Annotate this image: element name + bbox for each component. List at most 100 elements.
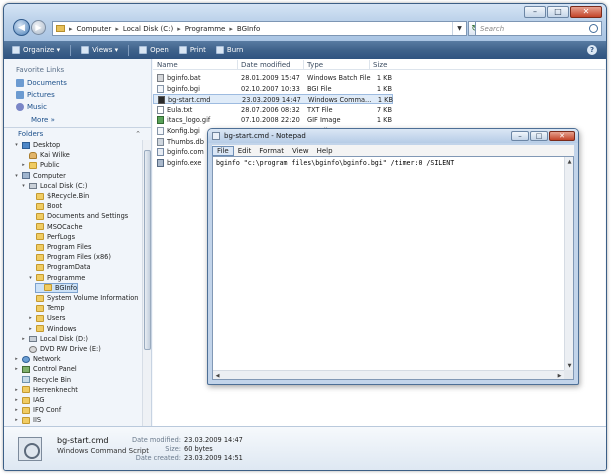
tree-item[interactable]: ▾ Programme — [28, 273, 85, 283]
menu-format[interactable]: Format — [255, 147, 288, 155]
expand-toggle-icon[interactable]: ▸ — [14, 387, 19, 393]
open-button[interactable]: Open — [139, 46, 169, 54]
column-divider[interactable] — [303, 60, 304, 69]
notepad-maximize-button[interactable]: □ — [530, 131, 548, 141]
tree-item[interactable]: DVD RW Drive (E:) — [21, 344, 101, 354]
file-name: bg-start.cmd — [168, 96, 211, 105]
tree-item[interactable]: Kai Wilke — [21, 150, 70, 160]
tree-item[interactable]: ▾ Local Disk (C:) — [21, 181, 87, 191]
favorite-music[interactable]: Music — [16, 103, 47, 111]
tree-item[interactable]: System Volume Information — [28, 293, 138, 303]
horizontal-scrollbar[interactable]: ◀ ▶ — [213, 370, 564, 379]
file-row[interactable]: bginfo.bgi 02.10.2007 10:33 BGI File 1 KB — [153, 84, 393, 94]
more-link[interactable]: More » — [31, 116, 55, 124]
vertical-scrollbar[interactable]: ▲ ▼ — [564, 157, 573, 370]
scroll-right-icon[interactable]: ▶ — [555, 371, 564, 380]
expand-toggle-icon[interactable]: ▾ — [28, 275, 33, 281]
tree-item[interactable]: Recycle Bin — [14, 375, 71, 385]
expand-toggle-icon[interactable]: ▸ — [28, 315, 33, 321]
column-name[interactable]: Name — [157, 61, 178, 69]
tree-item[interactable]: ▸ Users — [28, 313, 65, 323]
scroll-left-icon[interactable]: ◀ — [213, 371, 222, 380]
address-bar[interactable]: ▸ Computer ▸ Local Disk (C:) ▸ Programme… — [52, 21, 467, 36]
tree-item[interactable]: ▸ Windows — [28, 324, 76, 334]
file-row[interactable]: Eula.txt 28.07.2006 08:32 TXT File 7 KB — [153, 105, 393, 115]
expand-toggle-icon[interactable]: ▸ — [14, 356, 19, 362]
minimize-button[interactable]: – — [524, 6, 546, 18]
menu-view[interactable]: View — [288, 147, 313, 155]
expand-toggle-icon[interactable]: ▾ — [14, 142, 19, 148]
tree-item[interactable]: ▸ IAG — [14, 395, 44, 405]
tree-item[interactable]: $Recycle.Bin — [28, 191, 89, 201]
breadcrumb-local-disk[interactable]: Local Disk (C:) — [123, 25, 173, 33]
breadcrumb-bginfo[interactable]: BGInfo — [237, 25, 260, 33]
menu-help[interactable]: Help — [313, 147, 337, 155]
menu-file[interactable]: File — [212, 145, 234, 156]
scroll-thumb[interactable] — [144, 150, 151, 350]
expand-toggle-icon[interactable]: ▸ — [14, 417, 19, 423]
search-icon[interactable] — [589, 24, 598, 33]
burn-button[interactable]: Burn — [215, 46, 243, 54]
maximize-button[interactable]: □ — [547, 6, 569, 18]
column-date-modified[interactable]: Date modified — [241, 61, 291, 69]
scroll-down-icon[interactable]: ▼ — [565, 361, 574, 370]
column-divider[interactable] — [237, 60, 238, 69]
tree-item[interactable]: ▸ IIS — [14, 415, 41, 425]
expand-toggle-icon[interactable]: ▾ — [14, 173, 19, 179]
tree-item[interactable]: Temp — [28, 303, 65, 313]
notepad-minimize-button[interactable]: – — [511, 131, 529, 141]
notepad-title-bar[interactable]: bg-start.cmd - Notepad – □ ✕ — [208, 129, 578, 143]
tree-item[interactable]: Program Files (x86) — [28, 252, 111, 262]
tree-item[interactable]: BGInfo — [35, 282, 78, 293]
breadcrumb-computer[interactable]: Computer — [77, 25, 112, 33]
notepad-text-area[interactable]: bginfo "c:\program files\bginfo\bginfo.b… — [212, 156, 574, 380]
file-row[interactable]: itacs_logo.gif 07.10.2008 22:20 GIF Image 1… — [153, 115, 393, 125]
tree-scrollbar[interactable] — [142, 140, 151, 470]
help-icon[interactable]: ? — [587, 45, 597, 55]
tree-item[interactable]: Program Files — [28, 242, 91, 252]
tree-item[interactable]: ProgramData — [28, 262, 91, 272]
tree-item[interactable]: ▾ Computer — [14, 171, 66, 181]
notepad-content[interactable]: bginfo "c:\program files\bginfo\bginfo.b… — [216, 159, 454, 167]
tree-item[interactable]: Boot — [28, 201, 62, 211]
views-button[interactable]: Views ▾ — [81, 46, 118, 54]
notepad-close-button[interactable]: ✕ — [549, 131, 575, 141]
menu-edit[interactable]: Edit — [234, 147, 256, 155]
expand-toggle-icon[interactable]: ▸ — [21, 336, 26, 342]
organize-button[interactable]: Organize ▾ — [12, 46, 60, 54]
expand-toggle-icon[interactable]: ▸ — [14, 366, 19, 372]
expand-toggle-icon[interactable]: ▸ — [21, 162, 26, 168]
notepad-window[interactable]: bg-start.cmd - Notepad – □ ✕ File Edit F… — [207, 128, 579, 385]
folders-header[interactable]: Folders ⌃ — [4, 127, 151, 139]
scroll-up-icon[interactable]: ▲ — [565, 157, 574, 166]
tree-item[interactable]: ▸ Herrenknecht — [14, 385, 78, 395]
expand-toggle-icon[interactable]: ▸ — [14, 397, 19, 403]
column-type[interactable]: Type — [307, 61, 323, 69]
expand-toggle-icon[interactable]: ▸ — [14, 407, 19, 413]
print-button[interactable]: Print — [178, 46, 206, 54]
file-row[interactable]: bginfo.bat 28.01.2009 15:47 Windows Batch … — [153, 73, 393, 83]
tree-item[interactable]: ▾ Desktop — [14, 140, 60, 150]
tree-item[interactable]: ▸ Local Disk (D:) — [21, 334, 88, 344]
breadcrumb-programme[interactable]: Programme — [185, 25, 226, 33]
tree-item[interactable]: ▸ Control Panel — [14, 364, 76, 374]
tree-item[interactable]: ▸ Public — [21, 160, 59, 170]
column-size[interactable]: Size — [373, 61, 387, 69]
search-input[interactable]: Search — [475, 21, 602, 36]
favorite-documents[interactable]: Documents — [16, 79, 67, 87]
tree-item[interactable]: ▸ Network — [14, 354, 60, 364]
tree-item[interactable]: ▸ IFQ Conf — [14, 405, 61, 415]
favorite-pictures[interactable]: Pictures — [16, 91, 55, 99]
tree-item[interactable]: MSOCache — [28, 222, 83, 232]
resize-grip[interactable] — [564, 370, 573, 379]
column-divider[interactable] — [369, 60, 370, 69]
tree-item[interactable]: Documents and Settings — [28, 211, 128, 221]
expand-toggle-icon[interactable]: ▾ — [21, 183, 26, 189]
expand-toggle-icon[interactable]: ▸ — [28, 326, 33, 332]
chevron-down-icon[interactable]: ▼ — [452, 22, 466, 35]
back-button[interactable]: ◀ — [13, 19, 30, 36]
forward-button[interactable]: ▶ — [31, 20, 46, 35]
close-button[interactable]: ✕ — [570, 6, 602, 18]
tree-item[interactable]: PerfLogs — [28, 232, 75, 242]
file-row[interactable]: bg-start.cmd 23.03.2009 14:47 Windows Comm… — [153, 94, 393, 105]
